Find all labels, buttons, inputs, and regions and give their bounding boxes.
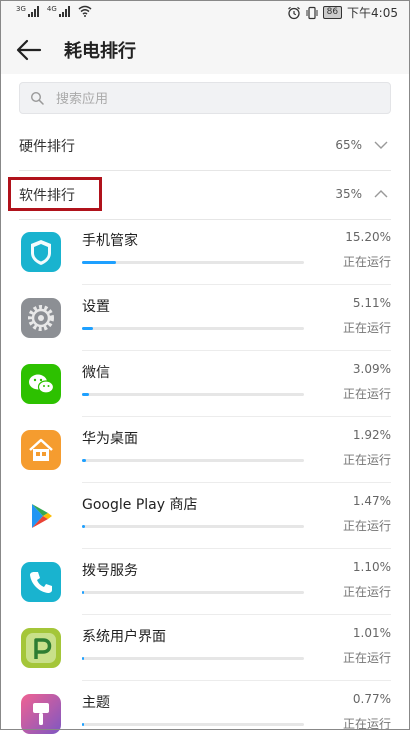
chevron-down-icon [374,141,388,149]
usage-bar-fill [82,591,84,594]
usage-percent: 1.47% [352,494,391,508]
usage-bar-fill [82,723,84,726]
chevron-up-icon [374,190,388,198]
hardware-ranking-percent: 65% [335,138,362,152]
app-row-settings[interactable]: 设置 5.11% 正在运行 [0,286,410,351]
divider [82,416,391,417]
divider [82,680,391,681]
usage-bar [82,657,304,660]
app-row-dialer[interactable]: 拨号服务 1.10% 正在运行 [0,550,410,615]
back-arrow-icon[interactable] [16,38,42,62]
app-row-huawei-home[interactable]: 华为桌面 1.92% 正在运行 [0,418,410,483]
running-status: 正在运行 [342,387,391,401]
usage-percent: 1.92% [352,428,391,442]
running-status: 正在运行 [342,717,391,731]
usage-bar-fill [82,327,93,330]
usage-percent: 15.20% [345,230,391,244]
usage-percent: 1.01% [352,626,391,640]
running-status: 正在运行 [342,321,391,335]
cell-signal-icon: 3G [16,5,39,17]
usage-bar [82,459,304,462]
wifi-icon [78,5,92,17]
usage-percent: 3.09% [352,362,391,376]
settings-gear-icon [21,298,61,338]
divider [82,614,391,615]
app-name: 手机管家 [82,233,138,249]
app-name: 系统用户界面 [82,629,166,645]
signal-type-label: 3G [16,5,26,13]
usage-bar [82,327,304,330]
app-name: 微信 [82,365,110,381]
google-play-icon [21,496,61,536]
search-input[interactable] [54,87,378,111]
divider [82,350,391,351]
usage-percent: 1.10% [352,560,391,574]
usage-bar-fill [82,393,89,396]
alarm-clock-icon [287,6,300,19]
software-ranking-percent: 35% [335,187,362,201]
app-row-system-ui[interactable]: 系统用户界面 1.01% 正在运行 [0,616,410,681]
app-row-phone-manager[interactable]: 手机管家 15.20% 正在运行 [0,220,410,285]
usage-percent: 0.77% [352,692,391,706]
clock-time: 下午4:05 [347,6,398,20]
app-name: 设置 [82,299,110,315]
usage-bar-fill [82,525,85,528]
app-row-themes[interactable]: 主题 0.77% 正在运行 [0,682,410,747]
divider [82,284,391,285]
usage-bar [82,723,304,726]
usage-bar-fill [82,657,84,660]
app-name: Google Play 商店 [82,497,198,513]
usage-bar [82,393,304,396]
app-name: 主题 [82,695,110,711]
theme-brush-icon [21,694,61,734]
phone-icon [21,562,61,602]
usage-bar [82,261,304,264]
vibrate-icon [306,6,318,19]
app-header: 耗电排行 [0,26,410,74]
battery-level: 86 [322,6,343,19]
page-title: 耗电排行 [64,41,136,62]
usage-bar [82,525,304,528]
search-box[interactable] [19,82,391,114]
status-bar: 3G 4G 86 下午4:05 [0,0,410,26]
highlight-annotation-box [8,177,102,211]
running-status: 正在运行 [342,255,391,269]
running-status: 正在运行 [342,519,391,533]
divider [82,548,391,549]
wechat-icon [21,364,61,404]
android-p-icon [21,628,61,668]
home-icon [21,430,61,470]
app-name: 拨号服务 [82,563,138,579]
hardware-ranking-label: 硬件排行 [19,139,75,155]
app-row-wechat[interactable]: 微信 3.09% 正在运行 [0,352,410,417]
signal-type-label-2: 4G [46,5,57,13]
running-status: 正在运行 [342,585,391,599]
app-name: 华为桌面 [82,431,138,447]
search-icon [30,91,44,105]
usage-bar-fill [82,261,116,264]
usage-bar [82,591,304,594]
shield-icon [21,232,61,272]
running-status: 正在运行 [342,651,391,665]
hardware-ranking-row[interactable]: 硬件排行 65% [0,122,410,170]
cell-signal-icon-2: 4G [47,5,70,17]
usage-bar-fill [82,459,86,462]
usage-percent: 5.11% [352,296,391,310]
divider [82,482,391,483]
app-row-google-play[interactable]: Google Play 商店 1.47% 正在运行 [0,484,410,549]
running-status: 正在运行 [342,453,391,467]
